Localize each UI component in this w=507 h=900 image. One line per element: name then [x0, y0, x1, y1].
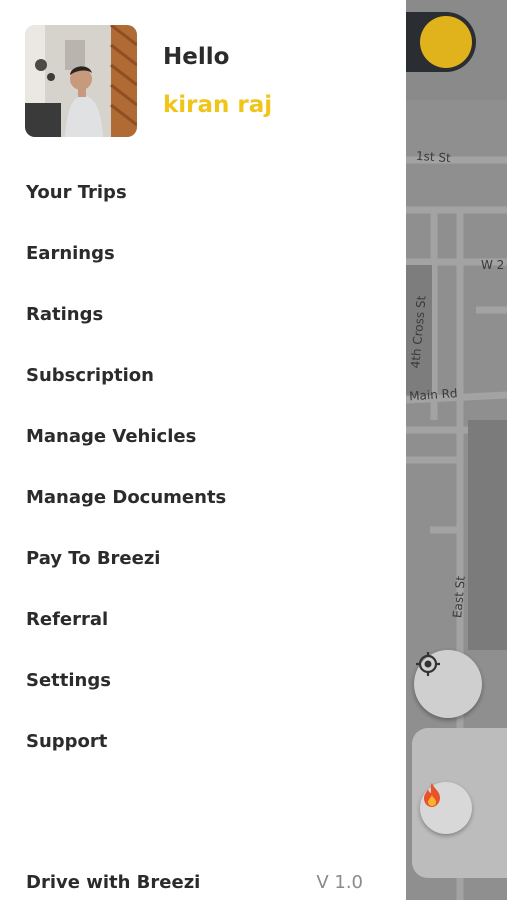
- greeting-text: Hello: [163, 44, 230, 70]
- street-label-w2: W 2: [481, 258, 505, 272]
- drive-with-breezi-link[interactable]: Drive with Breezi: [26, 872, 200, 893]
- menu-item-referral[interactable]: Referral: [26, 609, 108, 630]
- locate-button[interactable]: [414, 650, 482, 718]
- avatar[interactable]: [25, 25, 137, 137]
- menu-item-your-trips[interactable]: Your Trips: [26, 182, 127, 203]
- locate-icon: [416, 652, 440, 676]
- menu-item-manage-documents[interactable]: Manage Documents: [26, 487, 226, 508]
- username-text: kiran raj: [163, 92, 273, 118]
- menu-item-support[interactable]: Support: [26, 731, 107, 752]
- menu-item-settings[interactable]: Settings: [26, 670, 111, 691]
- fire-icon: [424, 783, 440, 807]
- navigation-drawer: Hello kiran raj Your Trips Earnings Rati…: [0, 0, 406, 900]
- menu-item-earnings[interactable]: Earnings: [26, 243, 115, 264]
- menu-item-ratings[interactable]: Ratings: [26, 304, 103, 325]
- app-version: V 1.0: [316, 872, 363, 893]
- toggle-knob: [420, 16, 472, 68]
- fire-button[interactable]: [420, 782, 472, 834]
- profile-photo: [25, 25, 137, 137]
- menu-item-subscription[interactable]: Subscription: [26, 365, 154, 386]
- menu-item-pay-to-breezi[interactable]: Pay To Breezi: [26, 548, 160, 569]
- street-label-1st: 1st St: [415, 148, 452, 166]
- menu-item-manage-vehicles[interactable]: Manage Vehicles: [26, 426, 196, 447]
